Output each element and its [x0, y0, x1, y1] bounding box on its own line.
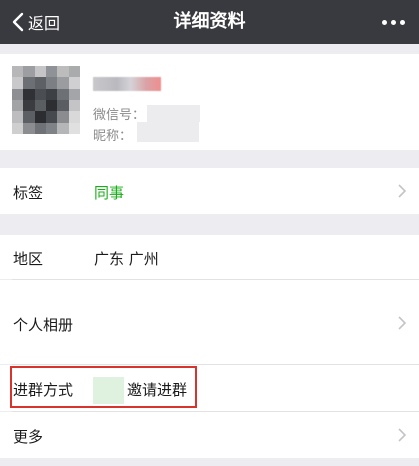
profile-card: 微信号： 昵称： [0, 54, 419, 150]
tag-label: 标签 [13, 184, 44, 202]
join-method-label: 进群方式 [13, 381, 74, 399]
chevron-right-icon [398, 428, 406, 442]
album-label: 个人相册 [13, 316, 74, 334]
region-row: 地区 广东 广州 [0, 235, 419, 279]
chevron-left-icon [12, 12, 24, 32]
more-icon[interactable] [382, 0, 405, 44]
nickname-redacted [137, 122, 199, 142]
chevron-right-icon [398, 316, 406, 330]
name-redacted [93, 77, 161, 91]
back-label: 返回 [28, 14, 61, 33]
inviter-redacted [93, 377, 124, 404]
tag-row[interactable]: 标签 同事 [0, 168, 419, 214]
album-row[interactable]: 个人相册 [0, 280, 419, 364]
page-title: 详细资料 [173, 11, 246, 32]
navigation-bar: 返回 详细资料 [0, 0, 419, 44]
region-label: 地区 [13, 250, 44, 268]
avatar[interactable] [12, 66, 80, 134]
nickname-label: 昵称： [93, 129, 133, 144]
region-value: 广东 广州 [94, 250, 159, 268]
chevron-right-icon [398, 184, 406, 198]
tag-value: 同事 [94, 184, 125, 202]
wechat-id-redacted [147, 105, 200, 122]
back-button[interactable]: 返回 [0, 0, 60, 44]
join-method-value: 邀请进群 [127, 381, 188, 399]
more-row[interactable]: 更多 [0, 412, 419, 458]
join-method-row: 进群方式 邀请进群 [0, 365, 419, 411]
more-label: 更多 [13, 428, 44, 446]
wechat-id-label: 微信号： [93, 108, 146, 123]
